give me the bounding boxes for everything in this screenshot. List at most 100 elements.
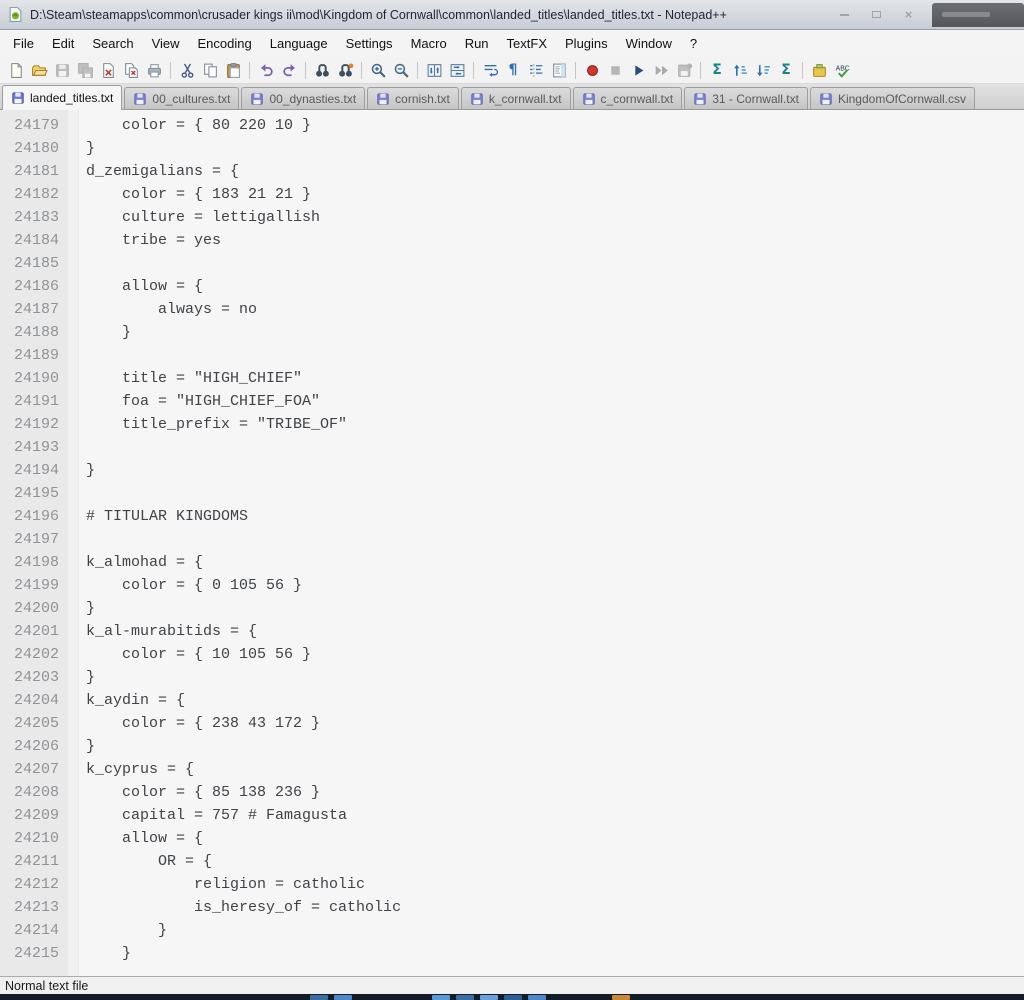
- tab-c-cornwall-txt[interactable]: c_cornwall.txt: [572, 87, 683, 109]
- menu-item-window[interactable]: Window: [617, 31, 681, 56]
- taskbar-button-sliver[interactable]: [334, 995, 352, 1000]
- cut-icon[interactable]: [176, 59, 198, 81]
- menu-item-edit[interactable]: Edit: [43, 31, 83, 56]
- paste-icon[interactable]: [222, 59, 244, 81]
- code-line[interactable]: }: [86, 735, 1024, 758]
- menu-item-language[interactable]: Language: [261, 31, 337, 56]
- sum-icon[interactable]: Σ: [775, 59, 797, 81]
- print-icon[interactable]: [143, 59, 165, 81]
- code-line[interactable]: color = { 183 21 21 }: [86, 183, 1024, 206]
- code-line[interactable]: is_heresy_of = catholic: [86, 896, 1024, 919]
- code-line[interactable]: [86, 482, 1024, 505]
- code-line[interactable]: OR = {: [86, 850, 1024, 873]
- show-all-characters-icon[interactable]: ¶: [502, 59, 524, 81]
- code-line[interactable]: color = { 0 105 56 }: [86, 574, 1024, 597]
- code-line[interactable]: foa = "HIGH_CHIEF_FOA": [86, 390, 1024, 413]
- code-line[interactable]: }: [86, 942, 1024, 965]
- tab-31-cornwall-txt[interactable]: 31 - Cornwall.txt: [684, 87, 808, 109]
- replace-icon[interactable]: [334, 59, 356, 81]
- code-line[interactable]: title = "HIGH_CHIEF": [86, 367, 1024, 390]
- close-all-icon[interactable]: [120, 59, 142, 81]
- copy-icon[interactable]: [199, 59, 221, 81]
- close-button[interactable]: ×: [895, 6, 922, 23]
- code-line[interactable]: color = { 238 43 172 }: [86, 712, 1024, 735]
- taskbar-button-sliver[interactable]: [432, 995, 450, 1000]
- code-line[interactable]: allow = {: [86, 275, 1024, 298]
- code-line[interactable]: title_prefix = "TRIBE_OF": [86, 413, 1024, 436]
- tab-00-cultures-txt[interactable]: 00_cultures.txt: [124, 87, 240, 109]
- taskbar-button-sliver[interactable]: [310, 995, 328, 1000]
- zoom-out-icon[interactable]: [390, 59, 412, 81]
- code-line[interactable]: always = no: [86, 298, 1024, 321]
- menu-item-plugins[interactable]: Plugins: [556, 31, 617, 56]
- tab-label: 31 - Cornwall.txt: [712, 91, 799, 106]
- taskbar-button-sliver[interactable]: [480, 995, 498, 1000]
- code-line[interactable]: }: [86, 459, 1024, 482]
- find-icon[interactable]: [311, 59, 333, 81]
- tab-kingdomofcornwall-csv[interactable]: KingdomOfCornwall.csv: [809, 87, 975, 109]
- minimize-button[interactable]: [831, 6, 858, 23]
- menu-item-settings[interactable]: Settings: [337, 31, 402, 56]
- sort-ascending-icon[interactable]: [729, 59, 751, 81]
- sort-descending-icon[interactable]: [752, 59, 774, 81]
- redo-icon[interactable]: [278, 59, 300, 81]
- tab-00-dynasties-txt[interactable]: 00_dynasties.txt: [241, 87, 366, 109]
- sync-vertical-icon[interactable]: [423, 59, 445, 81]
- open-file-icon[interactable]: [28, 59, 50, 81]
- taskbar-button-sliver[interactable]: [612, 995, 630, 1000]
- tab-k-cornwall-txt[interactable]: k_cornwall.txt: [460, 87, 571, 109]
- menu-item-run[interactable]: Run: [456, 31, 498, 56]
- menu-item-encoding[interactable]: Encoding: [189, 31, 261, 56]
- code-line[interactable]: [86, 528, 1024, 551]
- close-icon[interactable]: [97, 59, 119, 81]
- plugin-options-icon[interactable]: [808, 59, 830, 81]
- code-line[interactable]: }: [86, 666, 1024, 689]
- taskbar-button-sliver[interactable]: [504, 995, 522, 1000]
- maximize-button[interactable]: [863, 6, 890, 23]
- menu-item-macro[interactable]: Macro: [402, 31, 456, 56]
- code-line[interactable]: culture = lettigallish: [86, 206, 1024, 229]
- taskbar-button-sliver[interactable]: [456, 995, 474, 1000]
- doc-map-icon[interactable]: [548, 59, 570, 81]
- spell-check-icon[interactable]: ABC: [831, 59, 853, 81]
- code-line[interactable]: color = { 10 105 56 }: [86, 643, 1024, 666]
- code-line[interactable]: k_al-murabitids = {: [86, 620, 1024, 643]
- code-line[interactable]: }: [86, 919, 1024, 942]
- code-area[interactable]: color = { 80 220 10 }} d_zemigalians = { …: [79, 110, 1024, 976]
- code-line[interactable]: religion = catholic: [86, 873, 1024, 896]
- start-recording-icon[interactable]: [581, 59, 603, 81]
- code-line[interactable]: [86, 344, 1024, 367]
- zoom-in-icon[interactable]: [367, 59, 389, 81]
- indent-guide-icon[interactable]: [525, 59, 547, 81]
- taskbar-button-sliver[interactable]: [528, 995, 546, 1000]
- tab-cornish-txt[interactable]: cornish.txt: [367, 87, 459, 109]
- code-line[interactable]: }: [86, 321, 1024, 344]
- line-number: 24198: [13, 554, 59, 571]
- code-line[interactable]: # TITULAR KINGDOMS: [86, 505, 1024, 528]
- menu-item-search[interactable]: Search: [83, 31, 142, 56]
- code-line[interactable]: allow = {: [86, 827, 1024, 850]
- undo-icon[interactable]: [255, 59, 277, 81]
- code-line[interactable]: color = { 80 220 10 }: [86, 114, 1024, 137]
- code-line[interactable]: [86, 252, 1024, 275]
- code-line[interactable]: }: [86, 137, 1024, 160]
- new-file-icon[interactable]: [5, 59, 27, 81]
- word-wrap-icon[interactable]: [479, 59, 501, 81]
- menu-item-view[interactable]: View: [143, 31, 189, 56]
- code-line[interactable]: color = { 85 138 236 }: [86, 781, 1024, 804]
- sync-horizontal-icon[interactable]: [446, 59, 468, 81]
- code-line[interactable]: [86, 436, 1024, 459]
- code-line[interactable]: k_aydin = {: [86, 689, 1024, 712]
- code-line[interactable]: tribe = yes: [86, 229, 1024, 252]
- code-line[interactable]: k_almohad = {: [86, 551, 1024, 574]
- code-line[interactable]: d_zemigalians = {: [86, 160, 1024, 183]
- code-line[interactable]: }: [86, 597, 1024, 620]
- textfx-sum-icon[interactable]: Σ: [706, 59, 728, 81]
- code-line[interactable]: k_cyprus = {: [86, 758, 1024, 781]
- menu-item-file[interactable]: File: [4, 31, 43, 56]
- menu-item-help[interactable]: ?: [681, 31, 706, 56]
- tab-landed-titles-txt[interactable]: landed_titles.txt: [2, 85, 123, 110]
- playback-macro-icon[interactable]: [627, 59, 649, 81]
- code-line[interactable]: capital = 757 # Famagusta: [86, 804, 1024, 827]
- menu-item-textfx[interactable]: TextFX: [498, 31, 556, 56]
